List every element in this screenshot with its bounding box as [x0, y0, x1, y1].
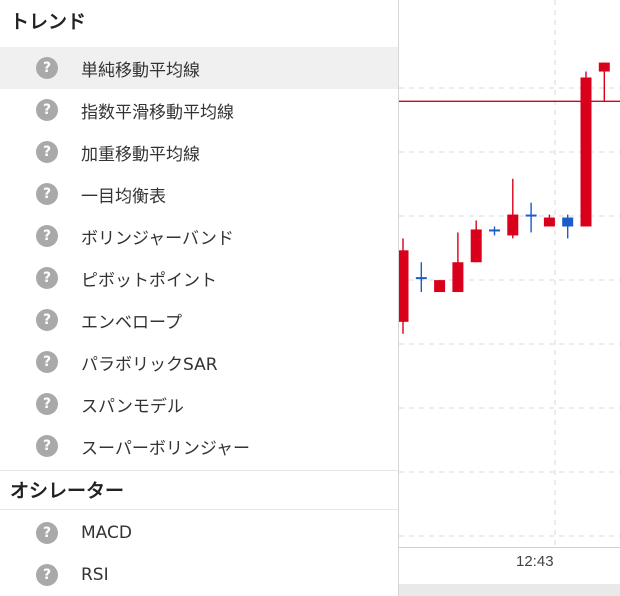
- indicator-item[interactable]: ? スパンモデル: [0, 383, 398, 425]
- candle-body: [452, 262, 464, 293]
- candle-body: [415, 277, 427, 280]
- candle-body: [434, 280, 446, 293]
- section-header: オシレーター: [0, 470, 398, 510]
- section-header: トレンド: [10, 11, 87, 33]
- question-circle-icon[interactable]: ?: [36, 267, 58, 289]
- candle-body: [525, 214, 537, 217]
- indicator-label: エンベロープ: [81, 312, 182, 333]
- indicator-item[interactable]: ? 加重移動平均線: [0, 131, 398, 173]
- question-circle-icon[interactable]: ?: [36, 351, 58, 373]
- indicator-menu: トレンド? 単純移動平均線? 指数平滑移動平均線? 加重移動平均線? 一目均衡表? ボリン…: [0, 0, 399, 596]
- candle-body: [470, 229, 482, 263]
- question-circle-icon[interactable]: ?: [36, 393, 58, 415]
- indicator-item[interactable]: ? ピボットポイント: [0, 257, 398, 299]
- indicator-label: 単純移動平均線: [81, 60, 200, 81]
- indicator-item[interactable]: ? パラボリックSAR: [0, 341, 398, 383]
- question-circle-icon[interactable]: ?: [36, 141, 58, 163]
- x-axis-tick-label: 12:43: [516, 553, 554, 570]
- candle-body: [399, 250, 409, 322]
- indicator-label: MACD: [81, 523, 132, 543]
- indicator-label: 一目均衡表: [81, 186, 166, 207]
- indicator-item[interactable]: ? 指数平滑移動平均線: [0, 89, 398, 131]
- question-circle-icon[interactable]: ?: [36, 183, 58, 205]
- indicator-item[interactable]: ? 単純移動平均線: [0, 47, 398, 89]
- candle-body: [507, 214, 519, 236]
- question-circle-icon[interactable]: ?: [36, 522, 58, 544]
- question-circle-icon[interactable]: ?: [36, 309, 58, 331]
- indicator-label: RSI: [81, 565, 109, 585]
- indicator-label: 指数平滑移動平均線: [81, 102, 234, 123]
- question-circle-icon[interactable]: ?: [36, 225, 58, 247]
- indicator-label: ボリンジャーバンド: [81, 228, 234, 249]
- chart-footer-bar: [399, 584, 620, 596]
- candlestick-chart[interactable]: 12:43: [399, 0, 620, 596]
- indicator-label: スーパーボリンジャー: [81, 438, 250, 459]
- candle-body: [489, 229, 500, 232]
- indicator-item[interactable]: ? MACD: [0, 512, 398, 554]
- indicator-label: 加重移動平均線: [81, 144, 200, 165]
- candle-body: [598, 62, 610, 72]
- question-circle-icon[interactable]: ?: [36, 99, 58, 121]
- candle-body: [562, 217, 574, 227]
- candle-body: [580, 77, 592, 227]
- indicator-item[interactable]: ? ボリンジャーバンド: [0, 215, 398, 257]
- indicator-item[interactable]: ? 一目均衡表: [0, 173, 398, 215]
- indicator-item[interactable]: ? エンベロープ: [0, 299, 398, 341]
- x-axis-line: [399, 547, 620, 548]
- indicator-label: スパンモデル: [81, 396, 184, 417]
- question-circle-icon[interactable]: ?: [36, 57, 58, 79]
- chart-canvas[interactable]: [399, 0, 620, 596]
- candle-body: [543, 217, 555, 227]
- indicator-label: ピボットポイント: [81, 270, 217, 291]
- question-circle-icon[interactable]: ?: [36, 564, 58, 586]
- indicator-item[interactable]: ? RSI: [0, 554, 398, 596]
- indicator-item[interactable]: ? スーパーボリンジャー: [0, 425, 398, 467]
- indicator-label: パラボリックSAR: [81, 354, 218, 375]
- question-circle-icon[interactable]: ?: [36, 435, 58, 457]
